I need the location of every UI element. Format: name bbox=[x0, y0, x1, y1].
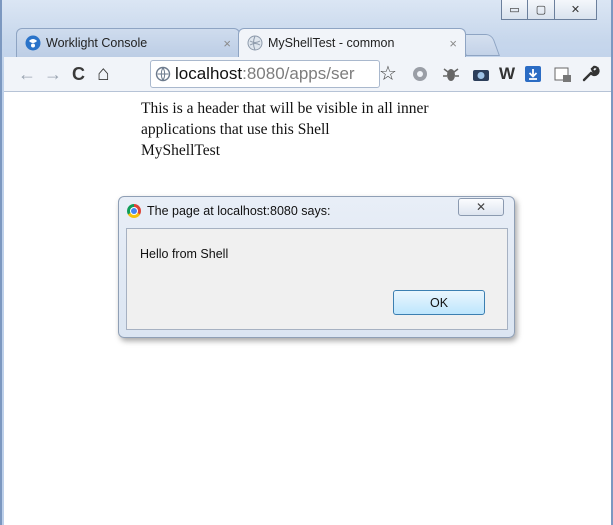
url-host: localhost bbox=[175, 64, 243, 83]
reload-icon[interactable]: C bbox=[72, 64, 85, 84]
page-info-icon[interactable] bbox=[155, 66, 171, 82]
close-window-button[interactable]: ✕ bbox=[555, 0, 597, 20]
camera-extension-icon[interactable] bbox=[471, 64, 491, 84]
forward-icon[interactable]: → bbox=[44, 64, 62, 84]
tab-strip: Worklight Console × MyShellTest - common… bbox=[16, 28, 606, 58]
tab-label: Worklight Console bbox=[46, 36, 148, 50]
app-name: MyShellTest bbox=[141, 142, 220, 159]
maximize-button[interactable]: ▢ bbox=[528, 0, 555, 20]
shell-header-text: This is a header that will be visible in… bbox=[141, 100, 429, 138]
browser-window: ▭ ▢ ✕ Worklight Console × MyShellTest - … bbox=[0, 0, 613, 525]
dialog-title: The page at localhost:8080 says: bbox=[127, 204, 330, 218]
page-content: This is a header that will be visible in… bbox=[141, 98, 461, 161]
dialog-message: Hello from Shell bbox=[140, 247, 229, 261]
page-menu-icon[interactable] bbox=[553, 64, 573, 84]
dialog-body: Hello from Shell OK bbox=[126, 228, 508, 330]
download-extension-icon[interactable] bbox=[523, 64, 543, 84]
bug-extension-icon[interactable] bbox=[441, 64, 461, 84]
alert-dialog: The page at localhost:8080 says: ✕ Hello… bbox=[118, 196, 515, 338]
bookmark-star-icon[interactable]: ☆ bbox=[379, 64, 397, 84]
tab-close-icon[interactable]: × bbox=[449, 36, 457, 51]
tab-close-icon[interactable]: × bbox=[223, 36, 231, 51]
chrome-icon bbox=[127, 204, 141, 218]
worklight-icon bbox=[25, 35, 41, 51]
w-extension-icon[interactable]: W bbox=[499, 64, 515, 84]
home-icon[interactable]: ⌂ bbox=[97, 63, 110, 84]
toolbar: ← → C ⌂ localhost:8080/apps/ser ☆ W bbox=[4, 57, 611, 92]
tab-label: MyShellTest - common bbox=[268, 36, 395, 50]
dialog-title-text: The page at localhost:8080 says: bbox=[147, 204, 331, 218]
dialog-close-button[interactable]: ✕ bbox=[458, 198, 504, 216]
ok-button[interactable]: OK bbox=[393, 290, 485, 315]
address-bar[interactable]: localhost:8080/apps/ser bbox=[150, 60, 380, 88]
window-controls: ▭ ▢ ✕ bbox=[501, 0, 597, 20]
tab-worklight-console[interactable]: Worklight Console × bbox=[16, 28, 240, 57]
tab-myshelltest[interactable]: MyShellTest - common × bbox=[238, 28, 466, 57]
wrench-icon[interactable] bbox=[580, 64, 600, 84]
url-path: :8080/apps/ser bbox=[242, 64, 355, 83]
minimize-button[interactable]: ▭ bbox=[501, 0, 528, 20]
back-icon[interactable]: ← bbox=[18, 64, 36, 84]
gear-extension-icon[interactable] bbox=[410, 64, 430, 84]
globe-icon bbox=[247, 35, 263, 51]
